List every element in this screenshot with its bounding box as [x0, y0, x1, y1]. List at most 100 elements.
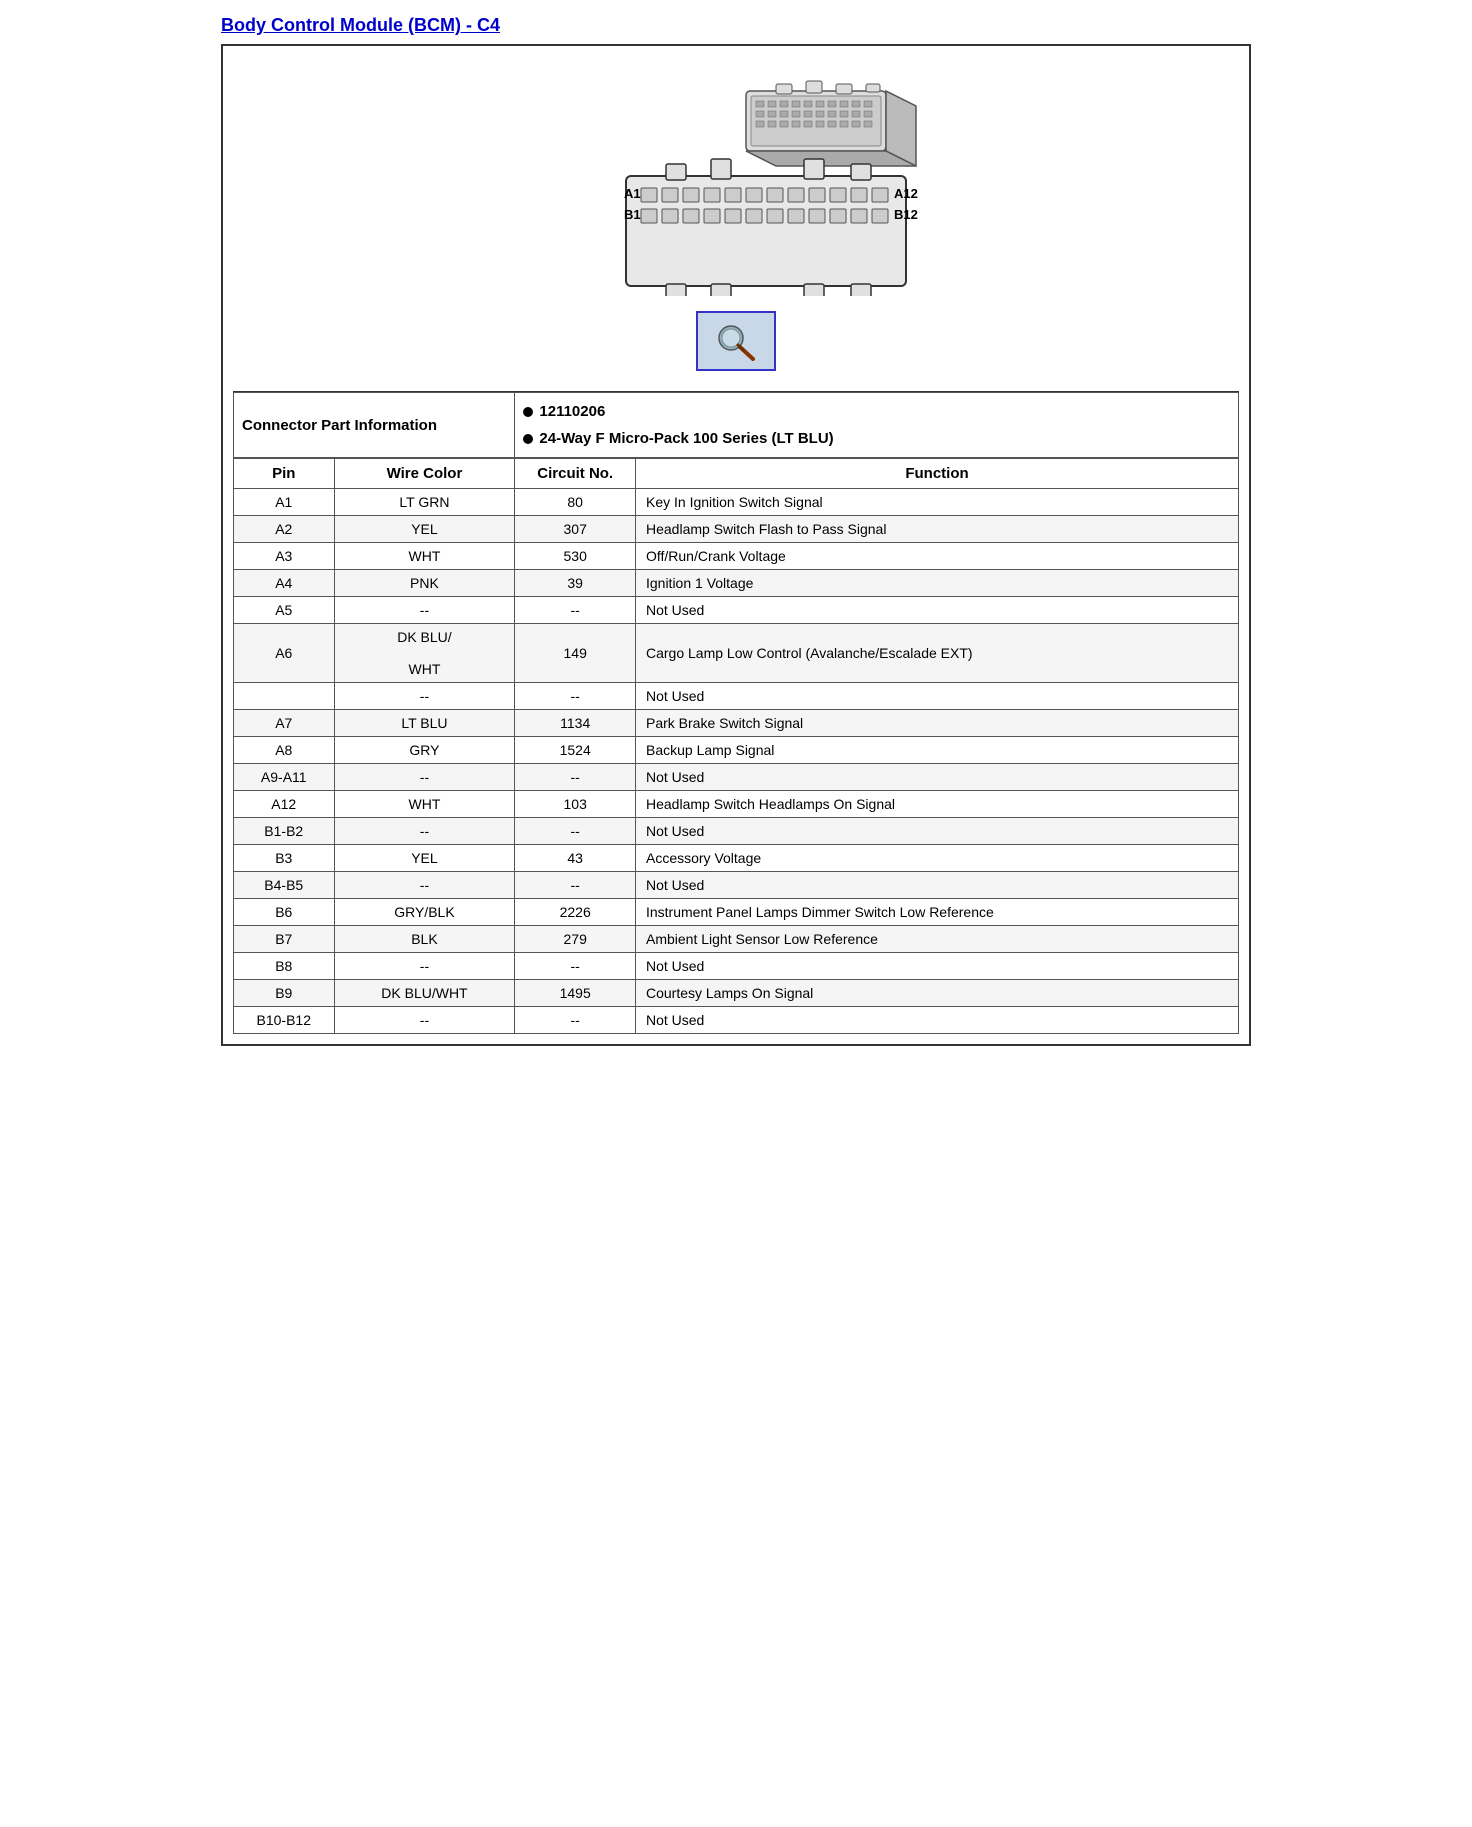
wire-color-cell: LT GRN — [334, 489, 515, 516]
function-cell: Off/Run/Crank Voltage — [635, 543, 1238, 570]
circuit-no-cell: 1495 — [515, 980, 636, 1007]
part-item-2: 24-Way F Micro-Pack 100 Series (LT BLU) — [523, 425, 1230, 452]
wire-color-cell: LT BLU — [334, 710, 515, 737]
function-cell: Ambient Light Sensor Low Reference — [635, 926, 1238, 953]
table-row: A3WHT530Off/Run/Crank Voltage — [234, 543, 1239, 570]
magnify-button-area — [696, 311, 776, 371]
bullet-icon — [523, 407, 533, 417]
pin-cell: A4 — [234, 570, 335, 597]
pin-cell: B10-B12 — [234, 1007, 335, 1034]
circuit-no-cell: 39 — [515, 570, 636, 597]
wire-color-cell: -- — [334, 597, 515, 624]
part-item-1: 12110206 — [523, 398, 1230, 425]
table-row: A1LT GRN80Key In Ignition Switch Signal — [234, 489, 1239, 516]
wire-color-cell: -- — [334, 683, 515, 710]
connector-info-row: Connector Part Information 12110206 24-W… — [234, 393, 1239, 458]
table-row: B8----Not Used — [234, 953, 1239, 980]
circuit-no-cell: 1524 — [515, 737, 636, 764]
circuit-no-cell: 149 — [515, 624, 636, 683]
pin-cell: B4-B5 — [234, 872, 335, 899]
connector-diagram: A1 A12 B1 B12 — [536, 76, 936, 296]
pin-cell: A8 — [234, 737, 335, 764]
wire-color-cell: PNK — [334, 570, 515, 597]
part-number: 12110206 — [539, 398, 605, 425]
wire-color-cell: WHT — [334, 543, 515, 570]
svg-text:B1: B1 — [624, 207, 641, 222]
table-row: B6GRY/BLK2226Instrument Panel Lamps Dimm… — [234, 899, 1239, 926]
function-cell: Not Used — [635, 872, 1238, 899]
connector-info-label: Connector Part Information — [234, 393, 515, 458]
function-cell: Headlamp Switch Headlamps On Signal — [635, 791, 1238, 818]
wire-color-cell: GRY — [334, 737, 515, 764]
wire-color-cell: YEL — [334, 845, 515, 872]
circuit-no-cell: -- — [515, 872, 636, 899]
table-row: ----Not Used — [234, 683, 1239, 710]
page-title: Body Control Module (BCM) - C4 — [221, 15, 1251, 36]
circuit-no-cell: 279 — [515, 926, 636, 953]
pin-cell: A5 — [234, 597, 335, 624]
circuit-no-cell: -- — [515, 764, 636, 791]
table-header-row: Pin Wire Color Circuit No. Function — [234, 459, 1239, 489]
pin-cell: B7 — [234, 926, 335, 953]
wire-color-cell: DK BLU/WHT — [334, 624, 515, 683]
function-cell: Courtesy Lamps On Signal — [635, 980, 1238, 1007]
svg-text:A1: A1 — [624, 186, 641, 201]
circuit-no-cell: 2226 — [515, 899, 636, 926]
wire-color-cell: GRY/BLK — [334, 899, 515, 926]
header-circuit-no: Circuit No. — [515, 459, 636, 489]
function-cell: Instrument Panel Lamps Dimmer Switch Low… — [635, 899, 1238, 926]
function-cell: Key In Ignition Switch Signal — [635, 489, 1238, 516]
wire-color-cell: -- — [334, 872, 515, 899]
magnify-button[interactable] — [696, 311, 776, 371]
pin-cell: B1-B2 — [234, 818, 335, 845]
main-content: A1 A12 B1 B12 — [221, 44, 1251, 1046]
pin-table: Pin Wire Color Circuit No. Function A1LT… — [233, 458, 1239, 1034]
diagram-area: A1 A12 B1 B12 — [233, 56, 1239, 392]
pin-cell: B3 — [234, 845, 335, 872]
function-cell: Headlamp Switch Flash to Pass Signal — [635, 516, 1238, 543]
table-row: B10-B12----Not Used — [234, 1007, 1239, 1034]
table-row: A2YEL307Headlamp Switch Flash to Pass Si… — [234, 516, 1239, 543]
header-wire-color: Wire Color — [334, 459, 515, 489]
table-row: A6DK BLU/WHT149Cargo Lamp Low Control (A… — [234, 624, 1239, 683]
table-row: B9DK BLU/WHT1495Courtesy Lamps On Signal — [234, 980, 1239, 1007]
svg-text:B12: B12 — [894, 207, 918, 222]
pin-cell — [234, 683, 335, 710]
bullet-icon-2 — [523, 434, 533, 444]
wire-color-cell: -- — [334, 1007, 515, 1034]
wire-color-cell: -- — [334, 818, 515, 845]
magnify-icon — [711, 321, 761, 361]
wire-color-cell: DK BLU/WHT — [334, 980, 515, 1007]
circuit-no-cell: -- — [515, 1007, 636, 1034]
part-description: 24-Way F Micro-Pack 100 Series (LT BLU) — [539, 425, 833, 452]
header-function: Function — [635, 459, 1238, 489]
connector-info-table: Connector Part Information 12110206 24-W… — [233, 392, 1239, 458]
function-cell: Not Used — [635, 818, 1238, 845]
pin-cell: A9-A11 — [234, 764, 335, 791]
function-cell: Not Used — [635, 597, 1238, 624]
pin-cell: A7 — [234, 710, 335, 737]
pin-cell: A2 — [234, 516, 335, 543]
wire-color-cell: -- — [334, 764, 515, 791]
page-container: Body Control Module (BCM) - C4 — [216, 10, 1256, 1051]
circuit-no-cell: 530 — [515, 543, 636, 570]
svg-text:A12: A12 — [894, 186, 918, 201]
circuit-no-cell: 80 — [515, 489, 636, 516]
function-cell: Not Used — [635, 1007, 1238, 1034]
circuit-no-cell: 43 — [515, 845, 636, 872]
function-cell: Cargo Lamp Low Control (Avalanche/Escala… — [635, 624, 1238, 683]
function-cell: Ignition 1 Voltage — [635, 570, 1238, 597]
circuit-no-cell: -- — [515, 953, 636, 980]
table-row: B4-B5----Not Used — [234, 872, 1239, 899]
pin-cell: A6 — [234, 624, 335, 683]
pin-table-body: A1LT GRN80Key In Ignition Switch SignalA… — [234, 489, 1239, 1034]
table-row: A12WHT103Headlamp Switch Headlamps On Si… — [234, 791, 1239, 818]
pin-cell: B8 — [234, 953, 335, 980]
function-cell: Accessory Voltage — [635, 845, 1238, 872]
table-row: A5----Not Used — [234, 597, 1239, 624]
table-row: B1-B2----Not Used — [234, 818, 1239, 845]
pin-cell: A3 — [234, 543, 335, 570]
function-cell: Not Used — [635, 683, 1238, 710]
circuit-no-cell: 103 — [515, 791, 636, 818]
circuit-no-cell: -- — [515, 597, 636, 624]
